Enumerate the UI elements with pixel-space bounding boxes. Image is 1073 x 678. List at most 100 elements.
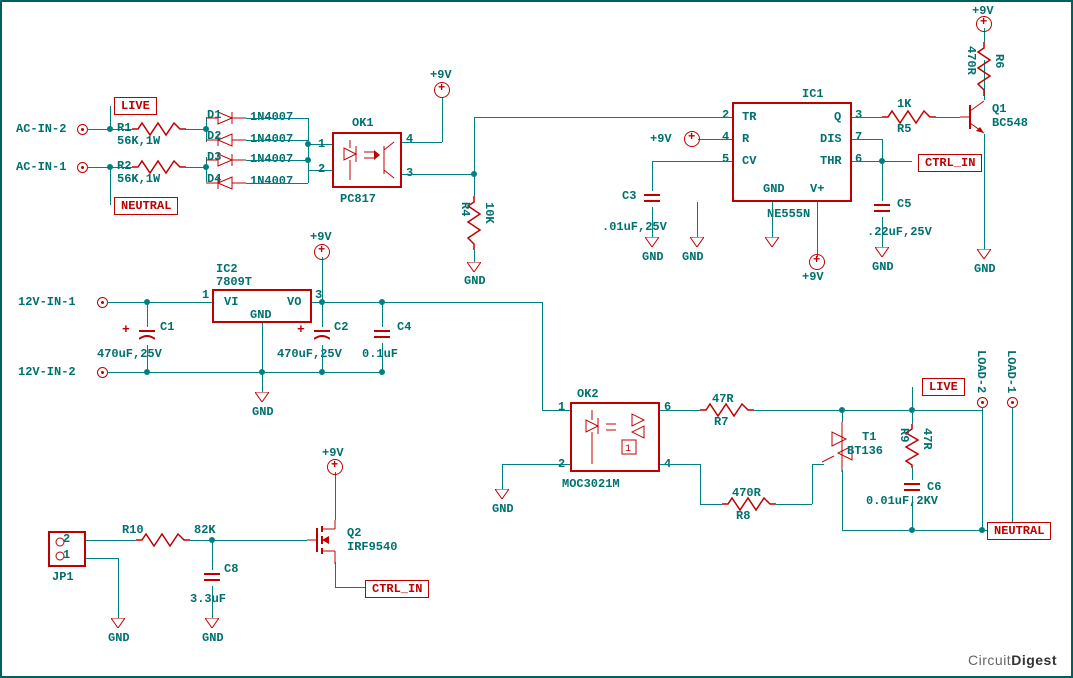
ic1-p2: 2 (722, 108, 729, 122)
resistor-r10 (136, 534, 190, 550)
gnd-ic1-p1 (690, 237, 704, 247)
r9-ref: R9 (897, 428, 911, 442)
ok1-pin3: 3 (406, 166, 413, 180)
d4-ref: D4 (207, 172, 221, 186)
ok2-p1: 1 (558, 400, 565, 414)
r7-val: 47R (712, 392, 734, 406)
ic2-gnd: GND (250, 308, 272, 322)
netlabel-ctrl-in-top: CTRL_IN (918, 154, 982, 172)
power-9v-ok1-lbl: +9V (430, 68, 452, 82)
gnd-ok2 (495, 489, 509, 499)
c1-ref: C1 (160, 320, 174, 334)
r5-ref: R5 (897, 122, 911, 136)
power-9v-q1 (976, 16, 992, 32)
optocoupler-ok1 (332, 132, 402, 188)
watermark-brand: Circuit (968, 652, 1011, 668)
d2-ref: D2 (207, 129, 221, 143)
ic1-val: NE555N (767, 207, 810, 221)
q1-ref: Q1 (992, 102, 1006, 116)
ic1-vp: V+ (810, 182, 824, 196)
gnd-7809 (255, 392, 269, 402)
d2-val: 1N4007 (250, 132, 293, 146)
ic2-vi: VI (224, 295, 238, 309)
power-9v-q1-lbl: +9V (972, 4, 994, 18)
jp1-p1: 1 (63, 548, 70, 562)
q2-ref: Q2 (347, 526, 361, 540)
ic1-p7: 7 (855, 130, 862, 144)
netlabel-neutral-out: NEUTRAL (987, 522, 1051, 540)
bjt-q1 (960, 97, 990, 141)
gnd-r4 (467, 262, 481, 272)
r2-val: 56K,1W (117, 172, 160, 186)
c6-val: 0.01uF,2KV (866, 494, 938, 508)
r8-ref: R8 (736, 509, 750, 523)
c5-ref: C5 (897, 197, 911, 211)
ok1-pin4: 4 (406, 132, 413, 146)
gnd-jp1-lbl: GND (108, 631, 130, 645)
power-9v-ic1r-lbl: +9V (650, 132, 672, 146)
r2-ref: R2 (117, 159, 131, 173)
ic2-val: 7809T (216, 275, 252, 289)
r6-val: 470R (964, 46, 978, 75)
c3-ref: C3 (622, 189, 636, 203)
gnd-c5-lbl: GND (872, 260, 894, 274)
ic1-thr: THR (820, 154, 842, 168)
ic1-q: Q (834, 110, 841, 124)
c3-val: .01uF,25V (602, 220, 667, 234)
netlabel-neutral-in: NEUTRAL (114, 197, 178, 215)
ok1-val: PC817 (340, 192, 376, 206)
ic1-p6: 6 (855, 152, 862, 166)
power-9v-q2-lbl: +9V (322, 446, 344, 460)
c1-val: 470uF,25V (97, 347, 162, 361)
label-ac-in-1: AC-IN-1 (16, 160, 66, 174)
r1-ref: R1 (117, 121, 131, 135)
power-9v-out (314, 244, 330, 260)
gnd-ic1 (765, 237, 779, 247)
gnd-r4-lbl: GND (464, 274, 486, 288)
gnd-q1 (977, 249, 991, 259)
gnd-ic1-lbl: GND (682, 250, 704, 264)
jp1-p2: 2 (63, 532, 70, 546)
power-9v-ic1r (684, 131, 700, 147)
resistor-r6 (978, 42, 990, 100)
r10-ref: R10 (122, 523, 144, 537)
c4-val: 0.1uF (362, 347, 398, 361)
r6-ref: R6 (992, 54, 1006, 68)
gnd-c5 (875, 247, 889, 257)
d4-val: 1N4007 (250, 174, 293, 188)
r10-val: 82K (194, 523, 216, 537)
label-load-1: LOAD-1 (1004, 350, 1018, 393)
ic2-ref: IC2 (216, 262, 238, 276)
netlabel-ctrl-in-bottom: CTRL_IN (365, 580, 429, 598)
gnd-7809-lbl: GND (252, 405, 274, 419)
ok2-p6: 6 (664, 400, 671, 414)
label-load-2: LOAD-2 (974, 350, 988, 393)
ok1-pin2: 2 (318, 162, 325, 176)
c2-ref: C2 (334, 320, 348, 334)
c8-val: 3.3uF (190, 592, 226, 606)
ok1-pin1: 1 (318, 137, 325, 151)
power-9v-q2 (327, 459, 343, 475)
ic1-cv: CV (742, 154, 756, 168)
r4-ref: R4 (458, 202, 472, 216)
gnd-q1-lbl: GND (974, 262, 996, 276)
ok2-val: MOC3021M (562, 477, 620, 491)
watermark: CircuitDigest (968, 652, 1057, 668)
mosfet-q2 (307, 520, 347, 568)
d3-val: 1N4007 (250, 152, 293, 166)
ic1-ref: IC1 (802, 87, 824, 101)
ic1-dis: DIS (820, 132, 842, 146)
ic1-p5: 5 (722, 152, 729, 166)
gnd-c3-lbl: GND (642, 250, 664, 264)
ic1-p3: 3 (855, 108, 862, 122)
label-ac-in-2: AC-IN-2 (16, 122, 66, 136)
schematic-canvas: AC-IN-2 AC-IN-1 LIVE NEUTRAL R1 56K,1W R… (0, 0, 1073, 678)
q1-val: BC548 (992, 116, 1028, 130)
r8-val: 470R (732, 486, 761, 500)
c8-ref: C8 (224, 562, 238, 576)
gnd-ok2-lbl: GND (492, 502, 514, 516)
q2-val: IRF9540 (347, 540, 397, 554)
d1-val: 1N4007 (250, 110, 293, 124)
ic1-p4: 4 (722, 130, 729, 144)
netlabel-live-in: LIVE (114, 97, 157, 115)
